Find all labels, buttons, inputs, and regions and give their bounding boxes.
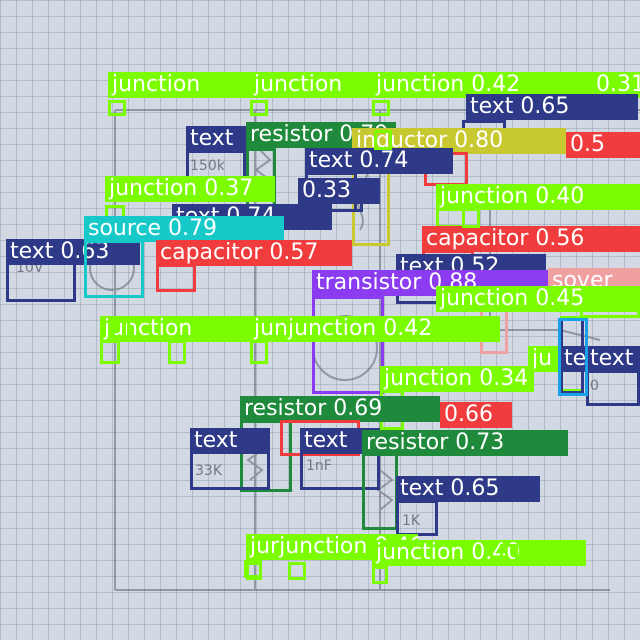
junction-label: junction 0.40: [372, 540, 586, 566]
junction-bbox: [108, 100, 126, 116]
junction-bbox: [250, 100, 268, 116]
junction-bbox: [374, 130, 392, 150]
resistor-label: resistor 0.73: [362, 430, 568, 456]
unlabeled-bbox: [558, 318, 588, 396]
junction-label: junjunction 0.42: [250, 316, 500, 342]
junction-bbox: [372, 566, 388, 584]
junction-bbox: [500, 544, 518, 562]
junction-bbox: [244, 560, 262, 578]
junction-bbox: [168, 340, 186, 364]
source-label: source 0.79: [84, 216, 284, 242]
text-label: text: [190, 428, 270, 454]
source-bbox: [84, 240, 144, 298]
capacitor-label: capacitor 0.56: [422, 226, 640, 252]
capacitor-label: 0.66: [440, 402, 512, 428]
junction-label: junction 0.40: [436, 184, 640, 210]
detection-canvas: 10V 150k 33K 1nF 1K 0 junction junction ju…: [0, 0, 640, 640]
capacitor-label: capacitor 0.57: [156, 240, 352, 266]
junction-bbox: [462, 208, 480, 228]
capacitor-label: 0.5: [566, 132, 640, 158]
junction-label: junction: [250, 72, 380, 98]
text-label: text: [586, 346, 640, 372]
junction-bbox: [372, 100, 390, 116]
junction-bbox: [100, 340, 120, 364]
capacitor-bbox: [156, 264, 196, 292]
junction-label: junction 0.37: [105, 176, 275, 202]
transistor-bbox: [312, 296, 384, 394]
junction-bbox: [250, 340, 268, 364]
junction-label: junction 0.45: [436, 286, 640, 312]
resistor-label: resistor 0.69: [240, 396, 440, 422]
junction-label: junction 0.34: [380, 366, 534, 392]
text-label: text 0.65: [396, 476, 540, 502]
text-bbox: [586, 370, 640, 406]
junction-bbox: [112, 320, 130, 338]
junction-bbox: [288, 562, 306, 580]
text-label: text 0.74: [305, 148, 453, 174]
text-label: text: [186, 126, 246, 152]
text-bbox: [396, 500, 438, 536]
text-label: text 0.65: [466, 94, 638, 120]
text-bbox: [6, 262, 76, 302]
text-label: 0.33: [298, 178, 380, 204]
junction-label: junction: [108, 72, 258, 98]
